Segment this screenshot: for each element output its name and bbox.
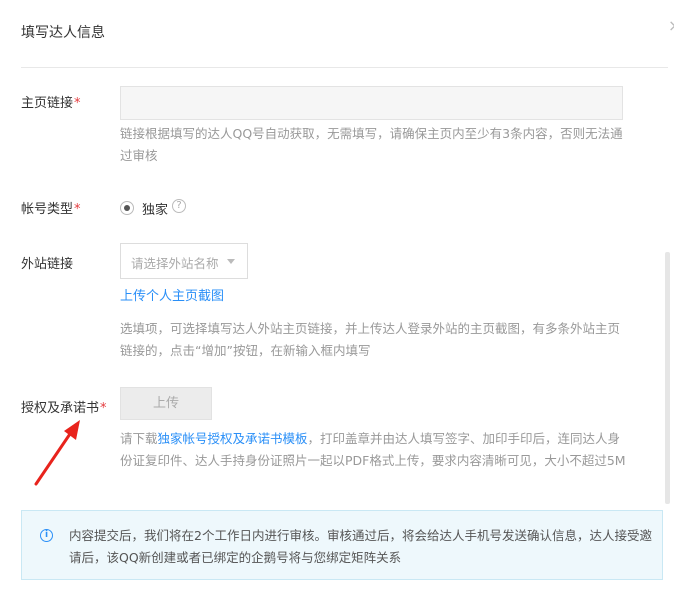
homepage-hint: 链接根据填写的达人QQ号自动获取，无需填写，请确保主页内至少有3条内容，否则无法… [120, 126, 623, 163]
account-type-label: 帐号类型* [21, 198, 81, 217]
dialog-header: 填写达人信息 × [0, 0, 674, 68]
authorization-label-text: 授权及承诺书 [21, 401, 100, 416]
help-icon[interactable]: ? [172, 199, 186, 213]
chevron-down-icon [227, 259, 235, 264]
homepage-label-text: 主页链接 [21, 96, 74, 111]
header-divider [21, 67, 668, 68]
exclusive-radio[interactable] [120, 201, 134, 215]
template-download-link[interactable]: 独家帐号授权及承诺书模板 [158, 431, 308, 446]
authorization-hint: 请下载独家帐号授权及承诺书模板，打印盖章并由达人填写签字、加印手印后，连同达人身… [120, 428, 630, 472]
dialog-title: 填写达人信息 [21, 25, 105, 41]
exclusive-radio-label[interactable]: 独家 [142, 199, 168, 218]
notice-banner: i 内容提交后，我们将在2个工作日内进行审核。审核通过后，将会给达人手机号发送确… [21, 510, 663, 580]
notice-text: 内容提交后，我们将在2个工作日内进行审核。审核通过后，将会给达人手机号发送确认信… [69, 528, 652, 565]
hint-prefix: 请下载 [120, 431, 158, 446]
upload-screenshot-link[interactable]: 上传个人主页截图 [120, 285, 224, 304]
external-hint: 选填项，可选择填写达人外站主页链接，并上传达人登录外站的主页截图，有多条外站主页… [120, 321, 621, 358]
required-mark: * [100, 401, 107, 416]
authorization-label: 授权及承诺书* [21, 397, 107, 416]
account-type-label-text: 帐号类型 [21, 202, 74, 217]
homepage-url-field [120, 86, 623, 120]
select-placeholder: 请选择外站名称 [131, 256, 219, 271]
required-mark: * [74, 96, 81, 111]
homepage-label: 主页链接* [21, 92, 81, 111]
close-icon[interactable]: × [668, 18, 674, 34]
required-mark: * [74, 202, 81, 217]
red-arrow-annotation [34, 420, 80, 486]
info-icon: i [40, 529, 53, 542]
external-link-label: 外站链接 [21, 257, 74, 272]
upload-button[interactable]: 上传 [120, 387, 212, 420]
external-site-select[interactable]: 请选择外站名称 [120, 243, 248, 279]
scrollbar[interactable] [665, 252, 670, 504]
